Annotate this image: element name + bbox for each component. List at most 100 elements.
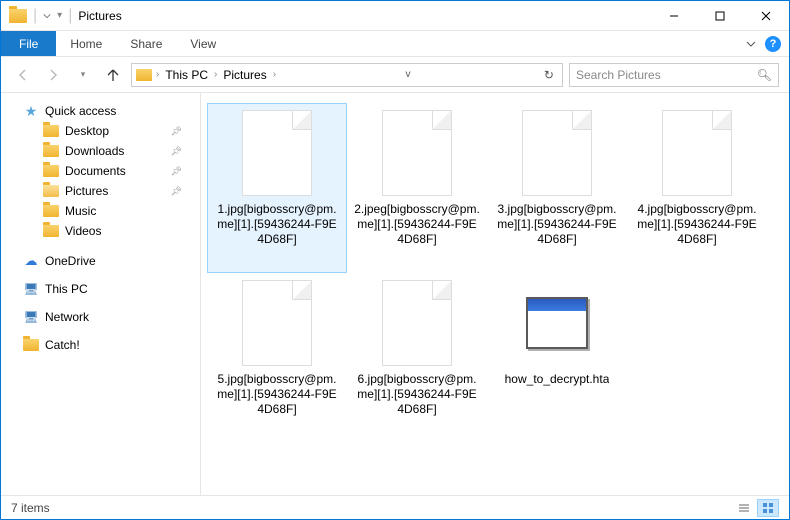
address-folder-icon [136,69,152,81]
file-view[interactable]: 1.jpg[bigbosscry@pm.me][1].[59436244-F9E… [201,93,789,495]
window-controls [651,1,789,31]
sidebar-item-videos[interactable]: Videos [1,221,200,241]
sidebar-item-label: Desktop [65,124,109,138]
folder-icon [43,225,59,237]
folder-icon [43,125,59,137]
sidebar-item-label: Pictures [65,184,108,198]
search-placeholder: Search Pictures [576,68,661,82]
status-bar: 7 items [1,495,789,519]
recent-dropdown-icon[interactable]: ▾ [71,63,95,87]
file-item[interactable]: 4.jpg[bigbosscry@pm.me][1].[59436244-F9E… [627,103,767,273]
file-item[interactable]: 5.jpg[bigbosscry@pm.me][1].[59436244-F9E… [207,273,347,443]
tab-share[interactable]: Share [116,31,176,56]
minimize-button[interactable] [651,1,697,31]
breadcrumb-pictures[interactable]: Pictures [221,68,268,82]
expand-ribbon-icon[interactable] [745,38,757,50]
thumbnails-view-button[interactable] [757,499,779,517]
ribbon: File Home Share View ? [1,31,789,57]
tab-view[interactable]: View [176,31,230,56]
forward-button[interactable] [41,63,65,87]
file-tab[interactable]: File [1,31,56,56]
file-label: 3.jpg[bigbosscry@pm.me][1].[59436244-F9E… [494,202,620,247]
sidebar-item-network[interactable]: 🖥︎ Network [1,307,200,327]
sidebar-item-onedrive[interactable]: ☁ OneDrive [1,251,200,271]
pc-icon: 🖥︎ [23,281,39,297]
blank-file-icon [242,280,312,366]
tab-home[interactable]: Home [56,31,116,56]
sidebar-item-this-pc[interactable]: 🖥︎ This PC [1,279,200,299]
breadcrumb-this-pc[interactable]: This PC [163,68,210,82]
title-bar: | ▾ | Pictures [1,1,789,31]
folder-icon [43,165,59,177]
help-icon[interactable]: ? [765,36,781,52]
qat-divider: | [33,7,37,25]
file-label: 1.jpg[bigbosscry@pm.me][1].[59436244-F9E… [214,202,340,247]
search-input[interactable]: Search Pictures 🔍︎ [569,63,779,87]
sidebar-item-label: Catch! [45,338,80,352]
blank-file-icon [522,110,592,196]
blank-file-icon [382,110,452,196]
file-label: 6.jpg[bigbosscry@pm.me][1].[59436244-F9E… [354,372,480,417]
qat-dropdown-icon[interactable] [43,12,51,20]
sidebar-item-label: Downloads [65,144,124,158]
quick-access-toolbar: | ▾ [1,7,62,25]
folder-icon [43,145,59,157]
chevron-right-icon: › [156,69,159,80]
file-item[interactable]: 6.jpg[bigbosscry@pm.me][1].[59436244-F9E… [347,273,487,443]
maximize-button[interactable] [697,1,743,31]
sidebar-item-label: Documents [65,164,126,178]
sidebar-item-pictures[interactable]: Pictures 📌︎ [1,181,200,201]
details-view-button[interactable] [733,499,755,517]
pin-icon: 📌︎ [171,166,182,177]
sidebar-item-label: This PC [45,282,88,296]
sidebar-item-music[interactable]: Music [1,201,200,221]
sidebar-label: Quick access [45,104,116,118]
file-item[interactable]: 1.jpg[bigbosscry@pm.me][1].[59436244-F9E… [207,103,347,273]
pin-icon: 📌︎ [171,186,182,197]
address-dropdown-icon[interactable]: v [402,69,415,80]
refresh-icon[interactable]: ↻ [540,68,558,82]
chevron-right-icon: › [273,69,276,80]
folder-icon [43,185,59,197]
address-bar: ▾ › This PC › Pictures › v ↻ Search Pict… [1,57,789,93]
close-button[interactable] [743,1,789,31]
sidebar-item-label: Network [45,310,89,324]
pin-icon: 📌︎ [171,146,182,157]
ribbon-right: ? [745,31,789,56]
back-button[interactable] [11,63,35,87]
search-icon: 🔍︎ [757,68,772,82]
navigation-pane: ★ Quick access Desktop📌︎Downloads📌︎Docum… [1,93,201,495]
sidebar-item-downloads[interactable]: Downloads 📌︎ [1,141,200,161]
sidebar-item-catch-[interactable]: Catch! [1,335,200,355]
folder-icon [23,339,39,351]
main-area: ★ Quick access Desktop📌︎Downloads📌︎Docum… [1,93,789,495]
hta-file-icon [522,280,592,366]
sidebar-quick-access[interactable]: ★ Quick access [1,101,200,121]
file-label: 2.jpeg[bigbosscry@pm.me][1].[59436244-F9… [354,202,480,247]
cloud-icon: ☁ [23,253,39,269]
file-item[interactable]: 3.jpg[bigbosscry@pm.me][1].[59436244-F9E… [487,103,627,273]
file-item[interactable]: 2.jpeg[bigbosscry@pm.me][1].[59436244-F9… [347,103,487,273]
sidebar-item-desktop[interactable]: Desktop 📌︎ [1,121,200,141]
folder-icon [43,205,59,217]
file-label: 4.jpg[bigbosscry@pm.me][1].[59436244-F9E… [634,202,760,247]
pin-icon: 📌︎ [171,126,182,137]
file-label: how_to_decrypt.hta [505,372,610,387]
star-icon: ★ [23,103,39,119]
address-box[interactable]: › This PC › Pictures › v ↻ [131,63,563,87]
sidebar-item-label: OneDrive [45,254,96,268]
sidebar-item-documents[interactable]: Documents 📌︎ [1,161,200,181]
chevron-right-icon: › [214,69,217,80]
pc-icon: 🖥︎ [23,309,39,325]
window-title: Pictures [78,9,121,23]
up-button[interactable] [101,63,125,87]
blank-file-icon [382,280,452,366]
title-separator: | [62,7,78,25]
file-item[interactable]: how_to_decrypt.hta [487,273,627,443]
item-count: 7 items [11,501,50,515]
blank-file-icon [662,110,732,196]
file-label: 5.jpg[bigbosscry@pm.me][1].[59436244-F9E… [214,372,340,417]
sidebar-item-label: Videos [65,224,101,238]
blank-file-icon [242,110,312,196]
folder-icon [9,9,27,23]
